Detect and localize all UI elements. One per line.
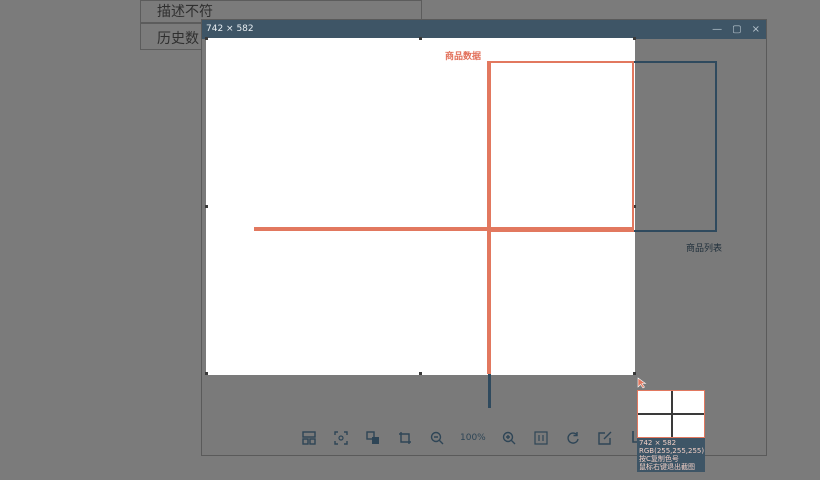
maximize-button[interactable]: ▢ [732, 20, 741, 39]
window-controls: — ▢ × [712, 20, 760, 39]
info-exit-hint: 鼠标右键退出截图 [639, 463, 695, 471]
crosshair-horizontal [254, 227, 634, 231]
zoom-out-icon[interactable] [428, 429, 446, 447]
rotate-icon[interactable] [564, 429, 582, 447]
minimize-button[interactable]: — [712, 20, 722, 39]
resize-handle[interactable] [633, 37, 636, 40]
original-size-icon[interactable] [532, 429, 550, 447]
zoom-in-icon[interactable] [500, 429, 518, 447]
overlay-title: 商品数据 [445, 52, 482, 62]
cursor-icon [637, 377, 647, 389]
region-caption: 商品列表 [686, 244, 723, 254]
magnifier-crosshair-v [671, 391, 673, 437]
resize-handle[interactable] [205, 372, 208, 375]
title-bar[interactable]: 742 × 582 — ▢ × [202, 20, 766, 39]
bg-row-text: 历史数 [157, 31, 199, 47]
size-label: 742 × 582 [206, 24, 254, 34]
crosshair-vertical [487, 61, 491, 374]
copy-icon[interactable] [364, 429, 382, 447]
resize-handle[interactable] [419, 372, 422, 375]
resize-handle[interactable] [419, 37, 422, 40]
region-outline [632, 61, 717, 232]
info-copy-hint: 按C复制色号 [639, 455, 679, 463]
fit-icon[interactable] [332, 429, 350, 447]
magnifier-preview [637, 390, 705, 438]
edit-icon[interactable] [596, 429, 614, 447]
crop-icon[interactable] [396, 429, 414, 447]
zoom-level: 100% [460, 433, 486, 443]
close-button[interactable]: × [752, 20, 760, 39]
info-rgb: RGB(255,255,255) [639, 447, 705, 455]
resize-handle[interactable] [205, 205, 208, 208]
bg-row-text: 描述不符 [157, 4, 213, 20]
info-size: 742 × 582 [639, 439, 677, 447]
pixel-info-panel: 742 × 582 RGB(255,255,255) 按C复制色号 鼠标右键退出… [637, 438, 705, 472]
layout-icon[interactable] [300, 429, 318, 447]
capture-toolbar: 100% [300, 428, 646, 448]
selection-rectangle[interactable] [487, 61, 634, 232]
crosshair-tail [488, 374, 491, 408]
resize-handle[interactable] [633, 372, 636, 375]
resize-handle[interactable] [205, 37, 208, 40]
